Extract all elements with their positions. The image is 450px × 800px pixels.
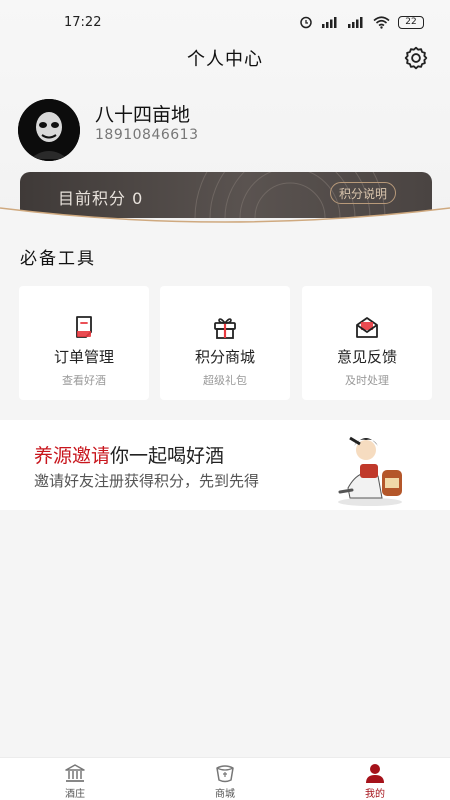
profile-icon bbox=[366, 764, 384, 783]
invite-title-rest: 你一起喝好酒 bbox=[110, 445, 225, 467]
tab-label: 商城 bbox=[215, 789, 235, 800]
invite-subtitle: 邀请好友注册获得积分，先到先得 bbox=[34, 472, 260, 490]
tab-bar: 酒庄 商城 我的 bbox=[0, 757, 450, 800]
tool-order-management[interactable]: 订单管理 查看好酒 bbox=[19, 286, 149, 400]
tool-points-mall[interactable]: 积分商城 超级礼包 bbox=[160, 286, 290, 400]
tool-title: 意见反馈 bbox=[336, 348, 397, 366]
feedback-icon bbox=[356, 317, 378, 338]
tab-label: 我的 bbox=[365, 789, 385, 800]
gift-icon bbox=[214, 318, 236, 339]
page-title: 个人中心 bbox=[187, 49, 263, 70]
settings-button[interactable] bbox=[402, 44, 430, 72]
tab-winery[interactable]: 酒庄 bbox=[0, 758, 150, 800]
page-header: 个人中心 bbox=[0, 38, 450, 78]
tab-profile[interactable]: 我的 bbox=[300, 758, 450, 800]
invite-title-highlight: 养源邀请 bbox=[34, 445, 111, 467]
avatar-image bbox=[18, 99, 80, 161]
battery-icon: 22 bbox=[398, 15, 424, 29]
invite-banner[interactable]: 养源邀请你一起喝好酒 邀请好友注册获得积分，先到先得 bbox=[0, 420, 450, 510]
tool-feedback[interactable]: 意见反馈 及时处理 bbox=[302, 286, 432, 400]
tab-mall[interactable]: 商城 bbox=[150, 758, 300, 800]
invite-title: 养源邀请你一起喝好酒 bbox=[34, 441, 224, 468]
profile-name: 八十四亩地 bbox=[95, 104, 191, 126]
tool-subtitle: 超级礼包 bbox=[203, 374, 247, 387]
avatar[interactable] bbox=[18, 99, 80, 161]
profile-phone: 18910846613 bbox=[95, 127, 199, 143]
winery-icon bbox=[65, 764, 85, 782]
tool-title: 积分商城 bbox=[194, 348, 255, 366]
gear-icon bbox=[404, 46, 428, 70]
invite-illustration bbox=[338, 436, 402, 506]
signal-icon bbox=[348, 17, 363, 28]
order-icon bbox=[76, 316, 92, 338]
header-curve bbox=[0, 207, 450, 236]
status-time: 17:22 bbox=[64, 14, 102, 30]
signal-hd-icon bbox=[322, 17, 337, 28]
tool-subtitle: 查看好酒 bbox=[62, 374, 106, 387]
tools-section-title: 必备工具 bbox=[20, 249, 96, 269]
mall-icon bbox=[216, 765, 234, 783]
wifi-icon bbox=[373, 15, 390, 29]
status-icons: 22 bbox=[299, 15, 424, 29]
tool-title: 订单管理 bbox=[53, 348, 114, 366]
tool-subtitle: 及时处理 bbox=[345, 374, 389, 387]
tab-label: 酒庄 bbox=[65, 789, 85, 800]
alarm-icon bbox=[300, 16, 312, 29]
